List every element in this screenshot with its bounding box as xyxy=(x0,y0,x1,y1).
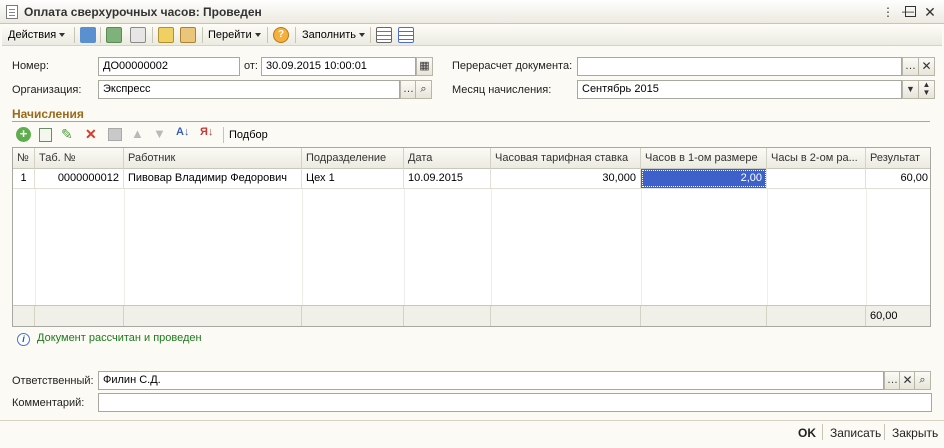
section-title: Начисления xyxy=(12,107,84,121)
comment-field[interactable] xyxy=(98,393,932,412)
delete-icon[interactable]: ✕ xyxy=(85,126,97,143)
comment-label: Комментарий: xyxy=(12,397,85,409)
sort-asc-icon[interactable]: A↓ xyxy=(176,126,189,138)
col-header[interactable]: Дата xyxy=(404,148,491,169)
table-row[interactable]: 1 0000000012 Пивовар Владимир Федорович … xyxy=(13,169,930,189)
save-button[interactable]: Записать xyxy=(830,426,881,440)
post-icon[interactable] xyxy=(80,27,96,43)
col-header[interactable]: № xyxy=(13,148,35,169)
col-header[interactable]: Подразделение xyxy=(302,148,404,169)
move-up-icon[interactable]: ▲ xyxy=(131,126,144,141)
structure-icon[interactable] xyxy=(158,27,174,43)
menu-icon[interactable]: ⋮ xyxy=(880,4,896,20)
window-title: Оплата сверхурочных часов: Проведен xyxy=(24,5,262,19)
accruals-table: № Таб. № Работник Подразделение Дата Час… xyxy=(12,147,931,327)
end-edit-icon[interactable] xyxy=(108,128,122,141)
clear-icon[interactable]: ✕ xyxy=(918,57,935,76)
fill-menu[interactable]: Заполнить xyxy=(302,29,366,41)
responsible-label: Ответственный: xyxy=(12,375,94,387)
recalc-field[interactable] xyxy=(577,57,902,76)
close-icon[interactable]: ✕ xyxy=(922,4,938,20)
row-number: 1 xyxy=(13,169,35,188)
selection-button[interactable]: Подбор xyxy=(229,129,268,141)
status-text: Документ рассчитан и проведен xyxy=(37,332,202,344)
fill-label: Заполнить xyxy=(302,29,357,41)
actions-label: Действия xyxy=(8,29,57,41)
refresh-icon[interactable] xyxy=(106,27,122,43)
total-result: 60,00 xyxy=(870,310,898,322)
move-down-icon[interactable]: ▼ xyxy=(153,126,166,141)
add-icon[interactable]: + xyxy=(16,127,31,142)
col-header[interactable]: Результат xyxy=(866,148,930,169)
month-field[interactable]: Сентябрь 2015 xyxy=(577,80,902,99)
edit-icon[interactable]: ✎ xyxy=(61,126,73,143)
copy-icon[interactable] xyxy=(130,27,146,43)
col-header[interactable]: Таб. № xyxy=(35,148,124,169)
document-icon xyxy=(6,5,18,19)
actions-menu[interactable]: Действия xyxy=(8,29,66,41)
maximize-icon[interactable] xyxy=(905,6,916,17)
info-icon: i xyxy=(17,333,30,346)
org-field[interactable]: Экспресс xyxy=(98,80,400,99)
date-cell[interactable]: 10.09.2015 xyxy=(404,169,491,188)
rate-cell[interactable]: 30,000 xyxy=(491,169,641,188)
goto-menu[interactable]: Перейти xyxy=(208,29,261,41)
col-header[interactable]: Часов в 1-ом размере xyxy=(641,148,767,169)
date-field[interactable]: 30.09.2015 10:00:01 xyxy=(261,57,416,76)
department-cell[interactable]: Цех 1 xyxy=(302,169,404,188)
list-icon[interactable] xyxy=(376,27,392,43)
help-icon[interactable]: ? xyxy=(273,27,289,43)
stepper-icon[interactable]: ▲ ▼ xyxy=(918,80,935,99)
section-divider xyxy=(12,121,930,122)
responsible-field[interactable]: Филин С.Д. xyxy=(98,371,884,390)
date-label: от: xyxy=(244,60,258,72)
recalc-label: Перерасчет документа: xyxy=(452,60,573,72)
close-button[interactable]: Закрыть xyxy=(892,426,938,440)
settings-list-icon[interactable] xyxy=(398,27,414,43)
movements-icon[interactable] xyxy=(180,27,196,43)
table-header: № Таб. № Работник Подразделение Дата Час… xyxy=(13,148,930,169)
month-label: Месяц начисления: xyxy=(452,84,552,96)
hours1-cell[interactable]: 2,00 xyxy=(641,169,767,188)
col-header[interactable]: Часовая тарифная ставка xyxy=(491,148,641,169)
col-header[interactable]: Часы в 2-ом ра... xyxy=(767,148,866,169)
number-field[interactable]: ДО00000002 xyxy=(98,57,240,76)
ok-button[interactable]: OK xyxy=(798,426,816,440)
tab-number-cell[interactable]: 0000000012 xyxy=(35,169,124,188)
number-label: Номер: xyxy=(12,60,49,72)
worker-cell[interactable]: Пивовар Владимир Федорович xyxy=(124,169,302,188)
result-cell[interactable]: 60,00 xyxy=(866,169,930,188)
chevron-down-icon[interactable]: ▼ xyxy=(902,80,919,99)
add-copy-icon[interactable] xyxy=(39,128,52,142)
search-icon[interactable]: ⌕ xyxy=(415,80,432,99)
select-icon[interactable]: … xyxy=(902,57,919,76)
sort-desc-icon[interactable]: Я↓ xyxy=(200,126,213,138)
search-icon[interactable]: ⌕ xyxy=(914,371,931,390)
table-footer: 60,00 xyxy=(13,305,930,326)
calendar-icon[interactable]: ▦ xyxy=(416,57,433,76)
org-label: Организация: xyxy=(12,84,82,96)
goto-label: Перейти xyxy=(208,29,252,41)
col-header[interactable]: Работник xyxy=(124,148,302,169)
hours2-cell[interactable] xyxy=(767,169,866,188)
